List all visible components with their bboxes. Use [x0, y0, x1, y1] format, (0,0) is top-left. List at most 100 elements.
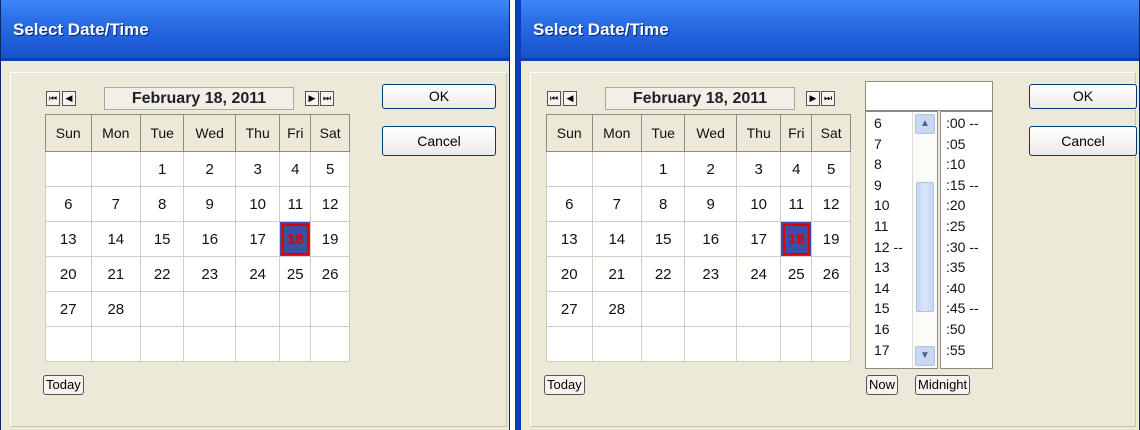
minute-option[interactable]: :25	[946, 219, 965, 233]
hour-option[interactable]: 15	[874, 301, 890, 315]
calendar-day[interactable]: 5	[811, 151, 851, 187]
calendar-day[interactable]: 6	[546, 186, 593, 222]
hour-option[interactable]: 9	[874, 178, 882, 192]
calendar-day[interactable]: 6	[45, 186, 92, 222]
calendar-day[interactable]: 7	[591, 186, 643, 222]
cancel-button[interactable]: Cancel	[382, 126, 496, 156]
calendar-day[interactable]: 7	[90, 186, 142, 222]
minute-option[interactable]: :10	[946, 157, 965, 171]
calendar-day[interactable]: 28	[591, 291, 643, 327]
calendar-day[interactable]: 13	[45, 221, 92, 257]
calendar-day[interactable]: 27	[45, 291, 92, 327]
calendar-day[interactable]: 25	[279, 256, 312, 292]
hour-option[interactable]: 7	[874, 137, 882, 151]
calendar-day[interactable]: 11	[780, 186, 813, 222]
minute-option[interactable]: :50	[946, 322, 965, 336]
calendar-day[interactable]: 4	[780, 151, 813, 187]
calendar-day[interactable]: 12	[811, 186, 851, 222]
calendar-day[interactable]: 18	[780, 221, 813, 257]
calendar-day[interactable]: 24	[736, 256, 782, 292]
minute-option[interactable]: :15 --	[946, 178, 979, 192]
minute-option[interactable]: :30 --	[946, 240, 979, 254]
calendar-day[interactable]: 21	[90, 256, 142, 292]
prev-month-icon[interactable]: ◀	[563, 91, 577, 106]
hour-option[interactable]: 8	[874, 157, 882, 171]
calendar-day[interactable]: 3	[736, 151, 782, 187]
calendar-day[interactable]: 25	[780, 256, 813, 292]
calendar-day[interactable]: 1	[641, 151, 686, 187]
calendar-day[interactable]: 14	[90, 221, 142, 257]
hour-option[interactable]: 17	[874, 343, 890, 357]
minute-option[interactable]: :00 --	[946, 116, 979, 130]
calendar-day[interactable]: 17	[235, 221, 281, 257]
midnight-button[interactable]: Midnight	[915, 375, 971, 395]
calendar-day[interactable]: 21	[591, 256, 643, 292]
calendar-day[interactable]: 19	[310, 221, 350, 257]
calendar-day[interactable]: 24	[235, 256, 281, 292]
calendar-day[interactable]: 13	[546, 221, 593, 257]
calendar-day[interactable]: 1	[140, 151, 185, 187]
cancel-button[interactable]: Cancel	[1029, 126, 1137, 156]
minute-option[interactable]: :05	[946, 137, 965, 151]
calendar-day[interactable]: 14	[591, 221, 643, 257]
calendar-day[interactable]: 4	[279, 151, 312, 187]
ok-button[interactable]: OK	[1029, 84, 1137, 109]
calendar-day[interactable]: 12	[310, 186, 350, 222]
calendar-day[interactable]: 26	[310, 256, 350, 292]
calendar-day[interactable]: 15	[140, 221, 185, 257]
calendar-day[interactable]: 27	[546, 291, 593, 327]
calendar-day[interactable]: 11	[279, 186, 312, 222]
hour-option[interactable]: 10	[874, 198, 890, 212]
calendar-day[interactable]: 8	[641, 186, 686, 222]
scroll-down-icon[interactable]: ▼	[915, 346, 935, 366]
scroll-thumb[interactable]	[916, 182, 934, 312]
calendar-day[interactable]: 10	[736, 186, 782, 222]
calendar-day[interactable]: 2	[183, 151, 237, 187]
hour-option[interactable]: 13	[874, 260, 890, 274]
first-month-icon[interactable]: ⏮	[46, 91, 60, 106]
title-bar[interactable]: Select Date/Time	[521, 0, 1139, 61]
hour-option[interactable]: 6	[874, 116, 882, 130]
next-month-icon[interactable]: ▶	[305, 91, 319, 106]
calendar-day[interactable]: 22	[140, 256, 185, 292]
calendar-day[interactable]: 28	[90, 291, 142, 327]
minute-list[interactable]: :00 --:05:10:15 --:20:25:30 --:35:40:45 …	[940, 111, 993, 369]
ok-button[interactable]: OK	[382, 84, 496, 109]
calendar-day[interactable]: 19	[811, 221, 851, 257]
time-input[interactable]	[865, 81, 993, 111]
calendar-day[interactable]: 9	[684, 186, 738, 222]
calendar-day[interactable]: 16	[183, 221, 237, 257]
next-month-icon[interactable]: ▶	[806, 91, 820, 106]
minute-option[interactable]: :55	[946, 343, 965, 357]
today-button[interactable]: Today	[544, 375, 585, 395]
calendar-day[interactable]: 20	[546, 256, 593, 292]
calendar-day[interactable]: 23	[684, 256, 738, 292]
calendar-day[interactable]: 16	[684, 221, 738, 257]
last-month-icon[interactable]: ⏭	[320, 91, 334, 106]
title-bar[interactable]: Select Date/Time	[1, 0, 509, 61]
last-month-icon[interactable]: ⏭	[821, 91, 835, 106]
calendar-day[interactable]: 20	[45, 256, 92, 292]
minute-option[interactable]: :20	[946, 198, 965, 212]
today-button[interactable]: Today	[43, 375, 84, 395]
hour-option[interactable]: 11	[874, 219, 889, 233]
calendar-day[interactable]: 2	[684, 151, 738, 187]
calendar-day[interactable]: 18	[279, 221, 312, 257]
calendar-day[interactable]: 15	[641, 221, 686, 257]
hour-scrollbar[interactable]: ▲ ▼	[912, 112, 937, 368]
first-month-icon[interactable]: ⏮	[547, 91, 561, 106]
calendar-day[interactable]: 17	[736, 221, 782, 257]
calendar-day[interactable]: 23	[183, 256, 237, 292]
calendar-day[interactable]: 5	[310, 151, 350, 187]
hour-option[interactable]: 16	[874, 322, 890, 336]
hour-option[interactable]: 14	[874, 281, 890, 295]
calendar-day[interactable]: 3	[235, 151, 281, 187]
calendar-day[interactable]: 10	[235, 186, 281, 222]
calendar-day[interactable]: 8	[140, 186, 185, 222]
prev-month-icon[interactable]: ◀	[62, 91, 76, 106]
scroll-up-icon[interactable]: ▲	[915, 114, 935, 134]
now-button[interactable]: Now	[866, 375, 899, 395]
calendar-day[interactable]: 22	[641, 256, 686, 292]
hour-option[interactable]: 12 --	[874, 240, 903, 254]
minute-option[interactable]: :35	[946, 260, 965, 274]
